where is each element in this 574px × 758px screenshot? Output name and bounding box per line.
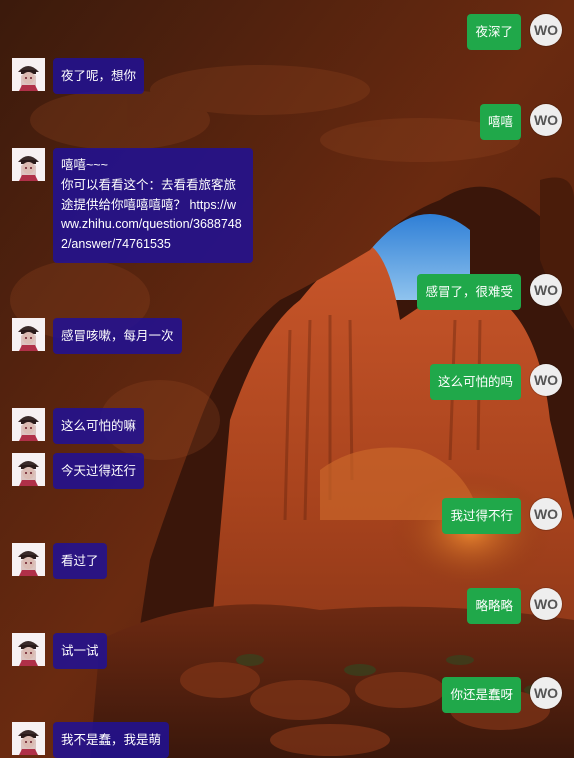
my-message-bubble: 夜深了 <box>467 14 521 50</box>
anime-girl-avatar-icon[interactable] <box>12 148 45 181</box>
other-message-bubble: 我不是蠢，我是萌 <box>53 722 170 758</box>
anime-girl-avatar-icon[interactable] <box>12 543 45 576</box>
anime-girl-avatar-icon[interactable] <box>12 722 45 755</box>
my-avatar[interactable]: WO <box>530 104 562 136</box>
my-message-bubble: 嘻嘻 <box>479 104 521 140</box>
anime-girl-avatar-icon[interactable] <box>12 633 45 666</box>
anime-girl-avatar-icon[interactable] <box>12 408 45 441</box>
other-message-bubble: 夜了呢，想你 <box>53 58 145 94</box>
other-message-bubble: 今天过得还行 <box>53 453 145 489</box>
my-avatar[interactable]: WO <box>530 498 562 530</box>
anime-girl-avatar-icon[interactable] <box>12 318 45 351</box>
other-message-bubble: 看过了 <box>53 543 107 579</box>
other-message-bubble: 感冒咳嗽，每月一次 <box>53 318 182 354</box>
my-message-bubble: 我过得不行 <box>442 498 521 534</box>
other-message-bubble: 嘻嘻~~~ 你可以看看这个：去看看旅客旅途提供给你嘻嘻嘻嘻？ https://w… <box>53 148 253 263</box>
my-avatar[interactable]: WO <box>530 364 562 396</box>
other-message-bubble: 这么可怕的嘛 <box>53 408 145 444</box>
anime-girl-avatar-icon[interactable] <box>12 58 45 91</box>
other-message-bubble: 试一试 <box>53 633 107 669</box>
my-avatar[interactable]: WO <box>530 14 562 46</box>
my-message-bubble: 感冒了，很难受 <box>417 274 521 310</box>
chat-message-list[interactable]: 夜深了 WO 夜了呢，想你 嘻嘻 WO 嘻嘻~~~ 你可以看看这个：去看看旅客旅… <box>0 0 574 758</box>
my-avatar[interactable]: WO <box>530 677 562 709</box>
my-message-bubble: 这么可怕的吗 <box>429 364 521 400</box>
my-message-bubble: 你还是蠢呀 <box>442 677 521 713</box>
anime-girl-avatar-icon[interactable] <box>12 453 45 486</box>
my-avatar[interactable]: WO <box>530 274 562 306</box>
my-message-bubble: 略略略 <box>467 588 521 624</box>
my-avatar[interactable]: WO <box>530 588 562 620</box>
